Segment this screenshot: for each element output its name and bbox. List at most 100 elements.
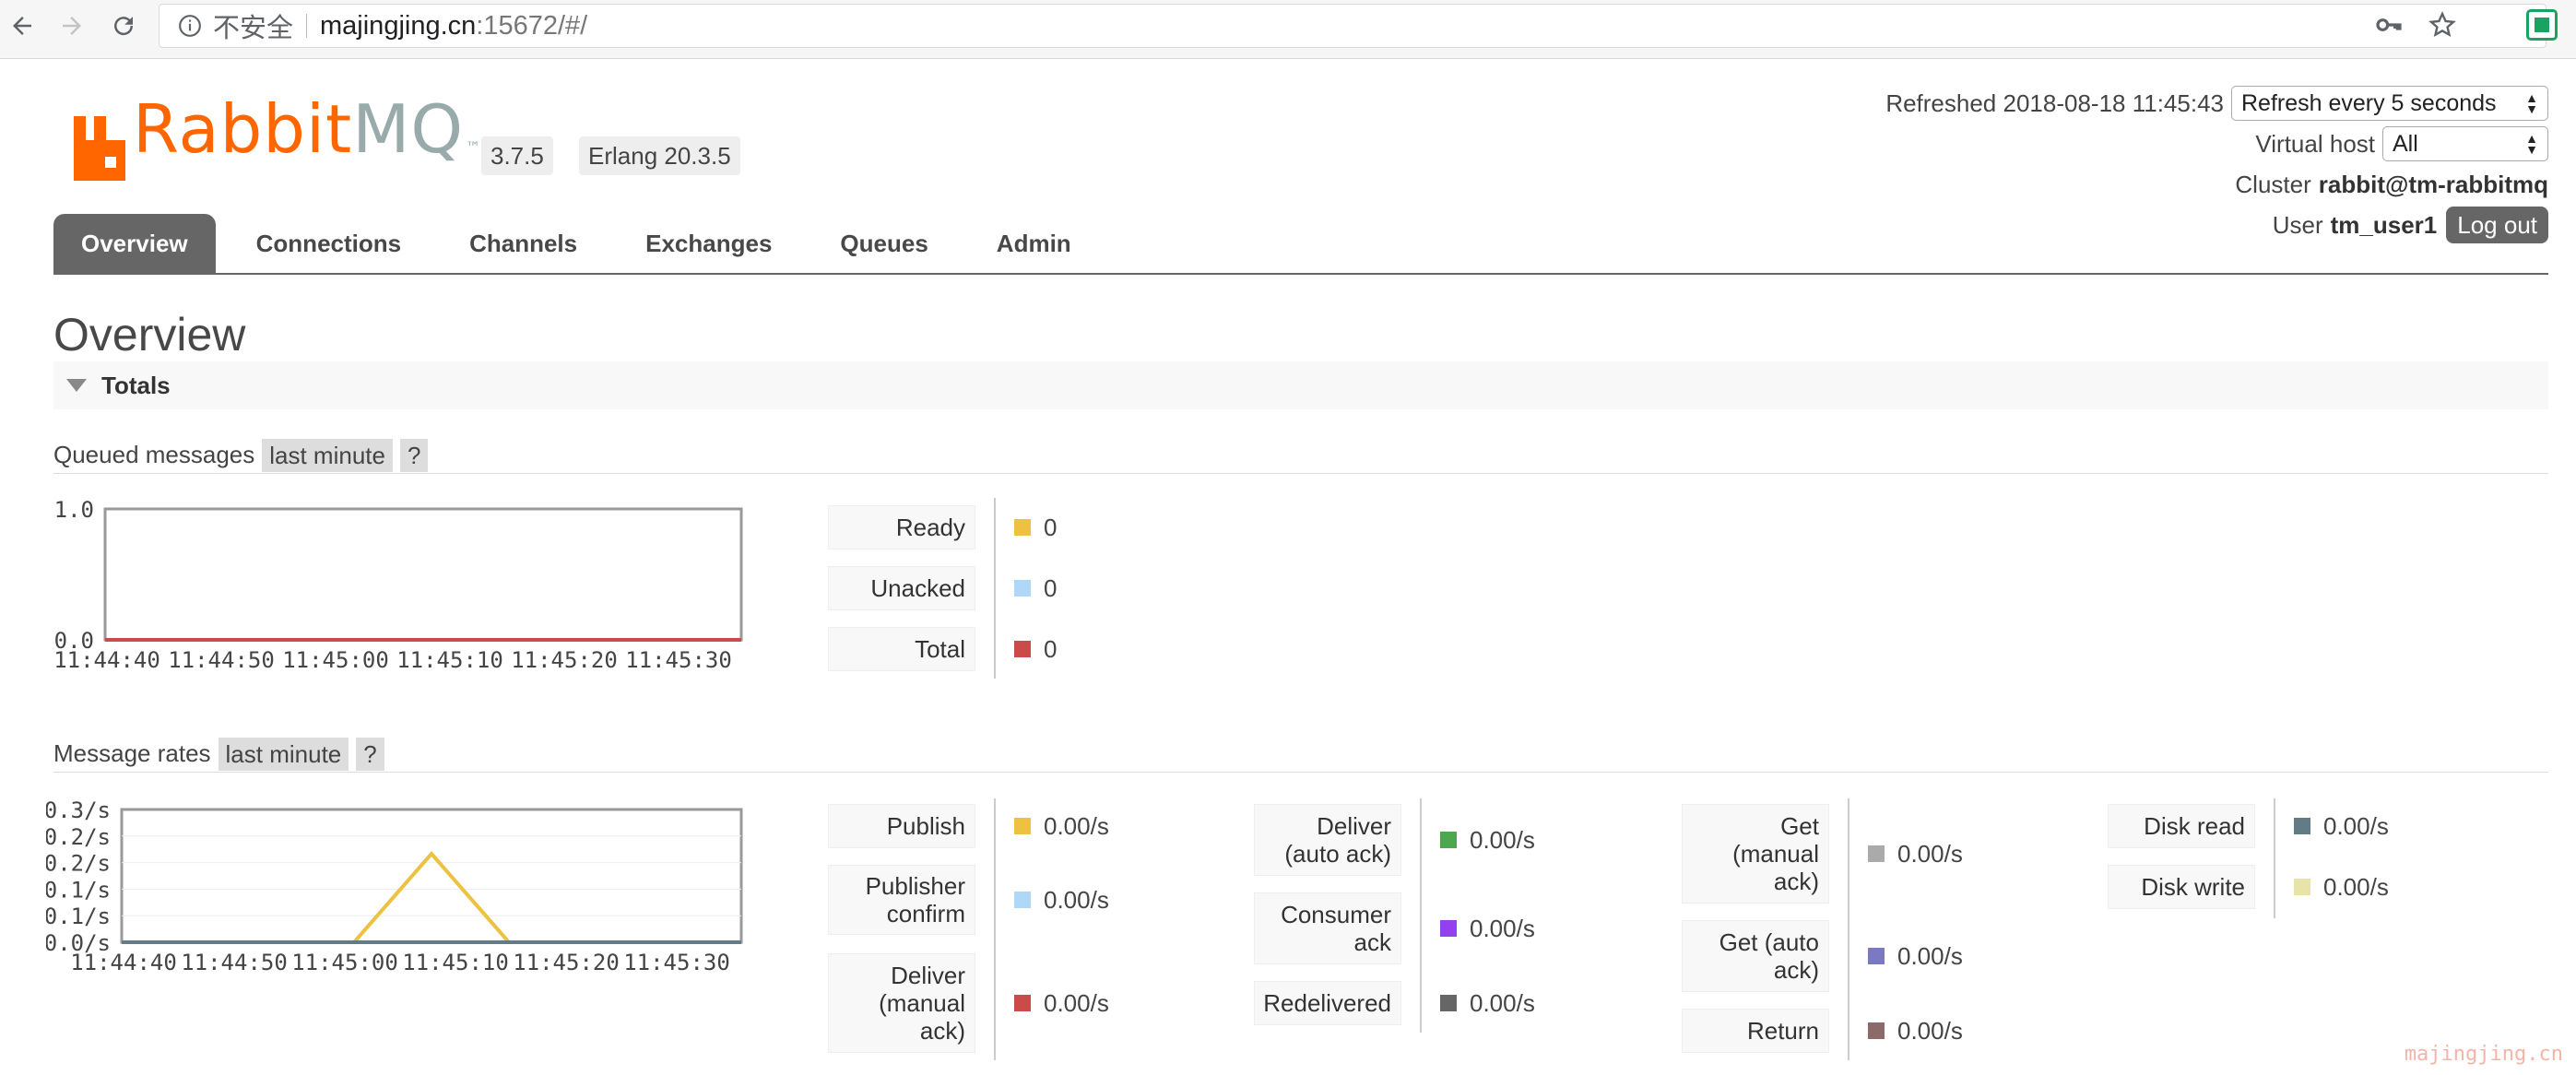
legend-label[interactable]: Publish [828,804,975,848]
totals-section-header[interactable]: Totals [53,361,2548,409]
legend-value: 0.00/s [1868,1016,1963,1045]
legend-swatch [1014,641,1031,657]
extension-icon[interactable] [2526,9,2558,41]
vhost-select[interactable]: All ▲ ▼ [2382,126,2548,161]
address-separator [306,14,308,38]
legend-label[interactable]: Disk write [2108,865,2255,909]
legend-value-text: 0.00/s [1044,988,1109,1017]
legend-label-box: Redelivered [1254,981,1401,1025]
message-rates-chart: 0.3/s0.2/s0.2/s0.1/s0.1/s0.0/s11:44:40 11… [46,797,743,975]
queued-help-button[interactable]: ? [399,438,429,472]
legend-value: 0.00/s [2294,811,2389,841]
back-icon[interactable] [4,7,41,44]
legend-value-text: 0 [1044,513,1058,541]
legend-value-text: 0 [1044,573,1058,602]
legend-label-box: Return [1682,1009,1829,1053]
legend-label[interactable]: Consumer ack [1254,892,1401,964]
tab-channels[interactable]: Channels [442,214,605,273]
logo-text: RabbitMQ ™ [133,96,481,181]
rabbitmq-logo[interactable]: RabbitMQ ™ [74,96,481,181]
legend-value-text: 0 [1044,634,1058,663]
legend-value-text: 0.00/s [1470,988,1535,1017]
cluster-name: rabbit@tm-rabbitmq [2318,170,2548,198]
rates-range-button[interactable]: last minute [218,737,349,771]
legend-label[interactable]: Disk read [2108,804,2255,848]
cluster-label: Cluster [2235,170,2311,198]
tab-connections[interactable]: Connections [229,214,429,273]
legend-label[interactable]: Total [828,627,975,671]
legend-value-text: 0.00/s [2323,811,2389,840]
legend-label[interactable]: Publisher confirm [828,865,975,935]
legend-value: 0.00/s [1440,914,1535,943]
legend-label-box: Consumer ack [1254,892,1401,964]
legend-label[interactable]: Get (manual ack) [1682,804,1829,904]
key-icon[interactable] [2374,10,2404,40]
refresh-select[interactable]: Refresh every 5 seconds ▲ ▼ [2231,86,2548,121]
legend-value: 0 [1014,573,1057,603]
y-tick-label: 0.1/s [46,877,111,903]
forward-icon[interactable] [53,7,90,44]
legend-swatch [1014,818,1031,834]
legend-divider [2274,798,2275,918]
legend-value-text: 0.00/s [1044,811,1109,840]
queued-range-button[interactable]: last minute [262,438,393,472]
x-tick-label: 11:44:50 [181,950,288,975]
legend-swatch [1868,845,1885,862]
rates-help-button[interactable]: ? [356,737,384,771]
x-tick-label: 11:45:30 [625,647,732,673]
tab-overview[interactable]: Overview [53,214,216,273]
tab-queues[interactable]: Queues [812,214,955,273]
url-path: :15672/#/ [476,10,588,41]
refreshed-label: Refreshed 2018-08-18 11:45:43 [1885,89,2224,117]
x-tick-label: 11:45:20 [513,950,620,975]
legend-value-text: 0.00/s [1044,885,1109,914]
main-tabs: Overview Connections Channels Exchanges … [53,214,2548,275]
legend-label-box: Ready [828,505,975,549]
legend-label-box: Total [828,627,975,671]
legend-label[interactable]: Get (auto ack) [1682,920,1829,992]
star-icon[interactable] [2428,10,2457,40]
x-tick-label: 11:44:40 [70,950,177,975]
legend-label-box: Deliver (auto ack) [1254,804,1401,876]
x-tick-label: 11:45:30 [623,950,730,975]
info-icon[interactable] [178,14,202,38]
legend-swatch [1014,519,1031,536]
legend-swatch [1868,1022,1885,1039]
legend-value: 0.00/s [1014,988,1109,1018]
version-badge: 3.7.5 [481,136,553,175]
y-tick-label: 1.0 [54,497,94,523]
legend-label[interactable]: Deliver (auto ack) [1254,804,1401,876]
legend-label[interactable]: Unacked [828,566,975,610]
legend-label-box: Publish [828,804,975,848]
legend-label[interactable]: Redelivered [1254,981,1401,1025]
legend-swatch [1014,580,1031,597]
tab-admin[interactable]: Admin [969,214,1099,273]
legend-value-text: 0.00/s [1470,825,1535,854]
collapse-triangle-icon[interactable] [66,379,87,392]
legend-swatch [1868,948,1885,964]
legend-swatch [2294,818,2310,834]
legend-label[interactable]: Ready [828,505,975,549]
x-tick-label: 11:44:40 [53,647,160,673]
legend-value: 0.00/s [1868,839,1963,868]
legend-label[interactable]: Return [1682,1009,1829,1053]
page-title: Overview [53,309,246,360]
url-host: majingjing.cn [320,10,477,41]
legend-divider [994,498,996,679]
x-tick-label: 11:45:20 [511,647,618,673]
x-tick-label: 11:45:00 [291,950,398,975]
logo-mq: MQ [352,90,465,168]
queued-messages-chart: 1.00.011:44:40 11:44:50 11:45:00 11:45:10 11… [53,497,743,673]
plot-area [120,808,743,944]
address-bar[interactable]: 不安全 majingjing.cn:15672/#/ [159,4,2546,48]
reload-icon[interactable] [105,7,142,44]
legend-label-box: Disk read [2108,804,2255,848]
legend-divider [1848,798,1849,1060]
legend-swatch [1440,920,1457,937]
legend-value: 0 [1014,634,1057,664]
tab-exchanges[interactable]: Exchanges [618,214,799,273]
legend-value: 0 [1014,513,1057,542]
x-tick-label: 11:45:00 [282,647,389,673]
legend-swatch [1440,832,1457,848]
legend-label[interactable]: Deliver (manual ack) [828,953,975,1053]
